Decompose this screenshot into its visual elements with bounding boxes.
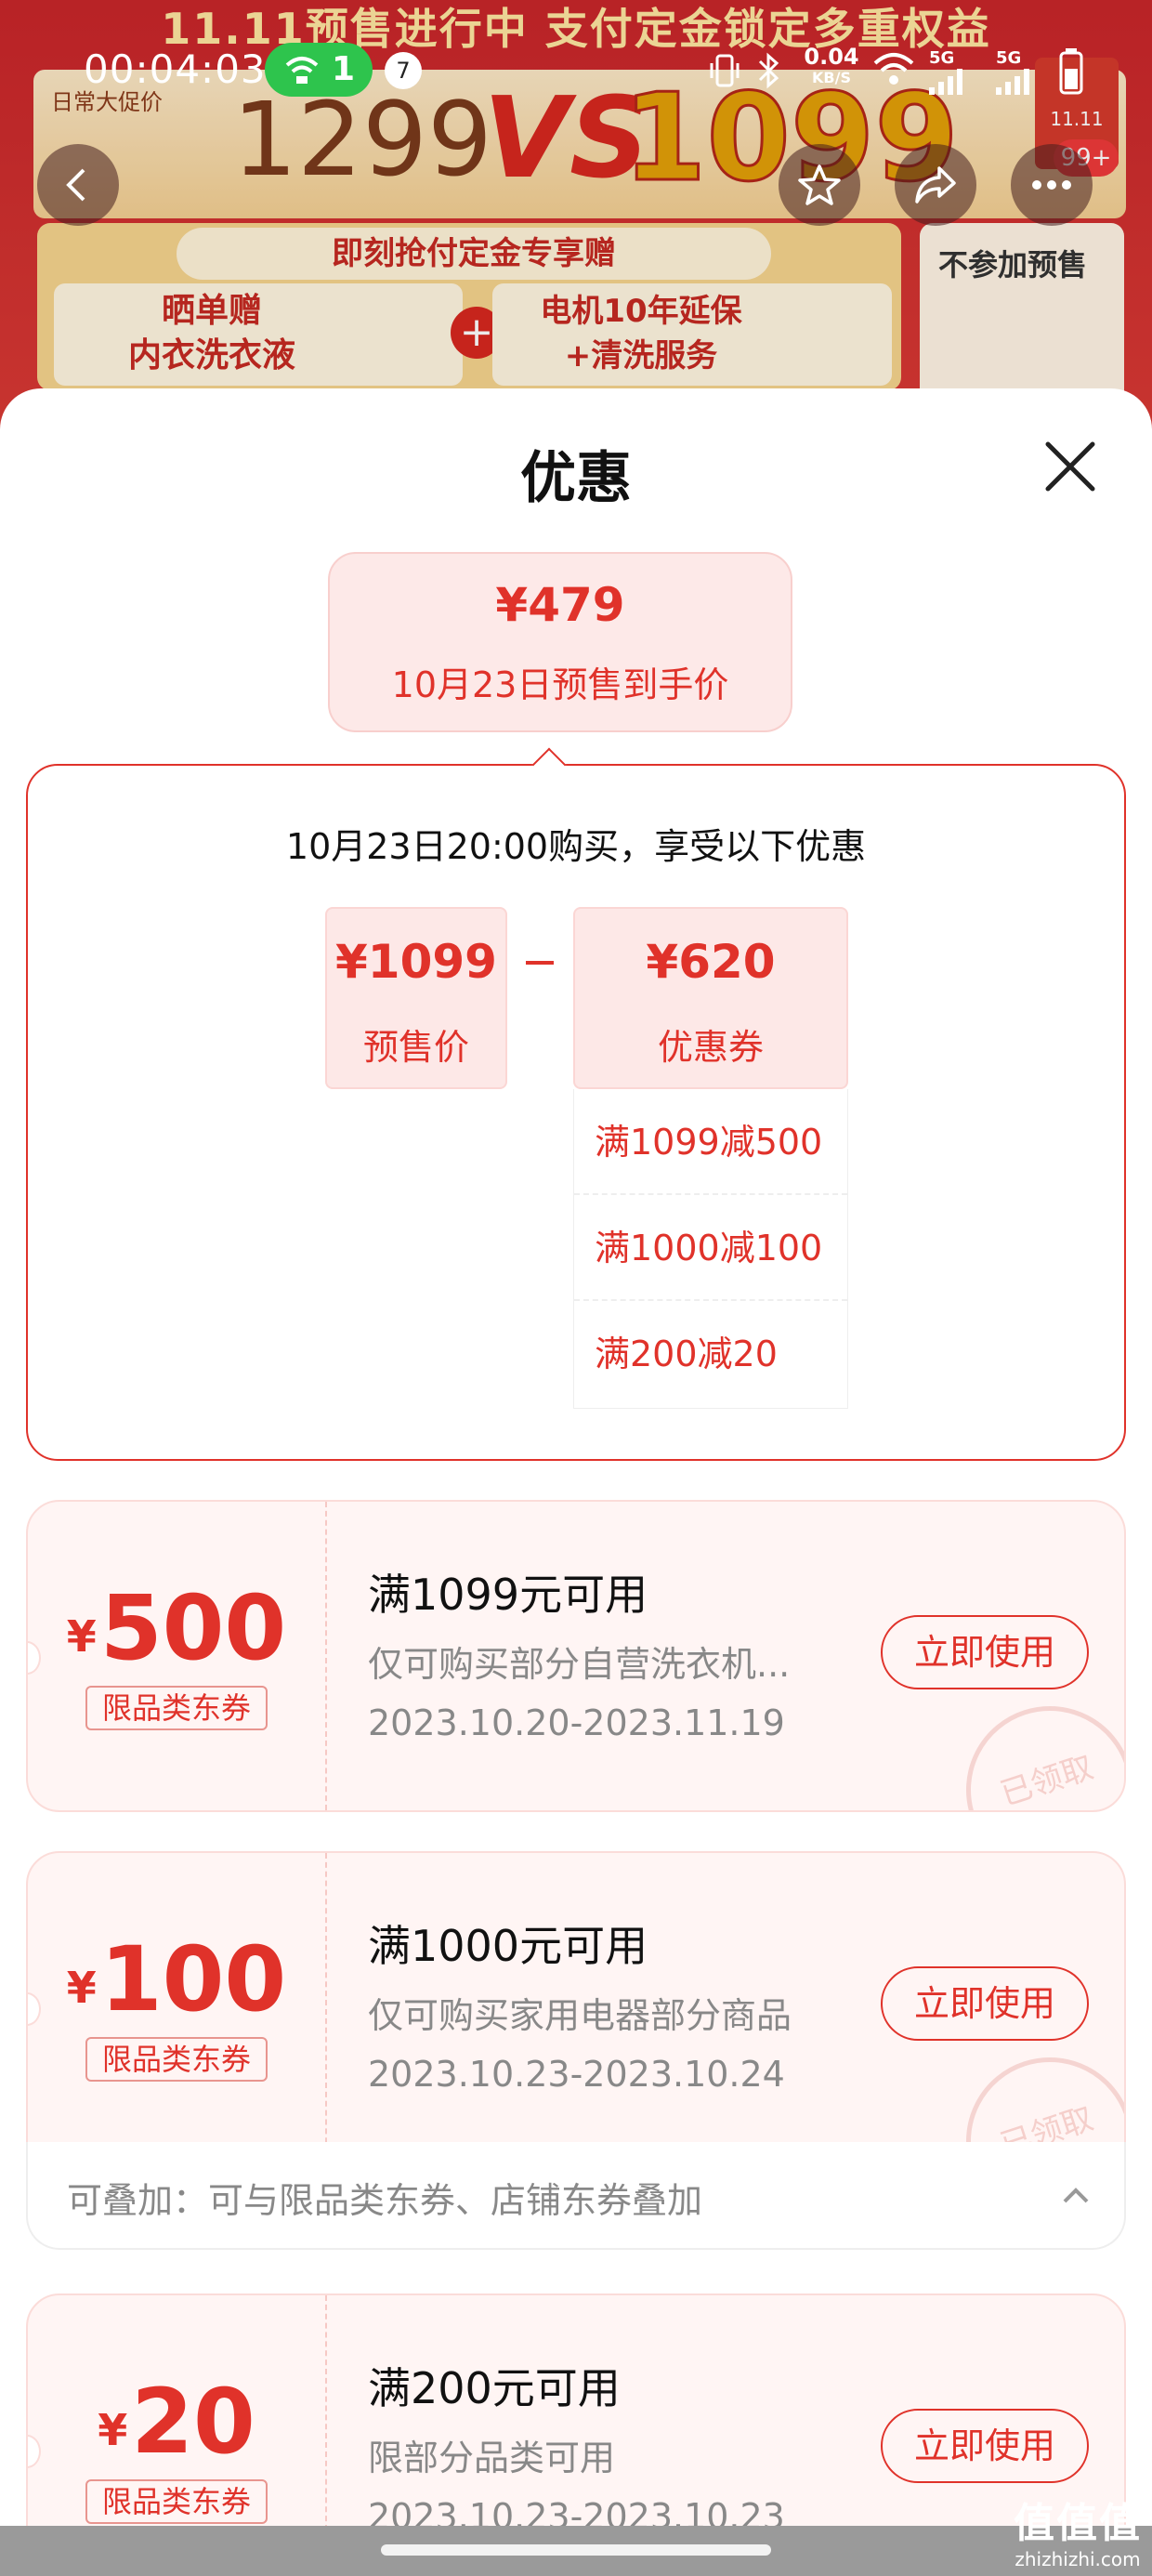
more-button[interactable]	[1011, 144, 1093, 226]
stacking-info-text: 可叠加：可与限品类东券、店铺东券叠加	[67, 2180, 703, 2221]
list-item: 满1000减100	[574, 1195, 847, 1301]
use-now-button[interactable]: 立即使用	[881, 1615, 1089, 1689]
site-watermark: 值值值 zhizhizhi.com	[1013, 2500, 1143, 2570]
signal-5g-label-2: 5G	[996, 48, 1022, 68]
bluetooth-icon	[758, 52, 779, 89]
coupon-card-100: ¥100 限品类东券 满1000元可用 仅可购买家用电器部分商品 2023.10…	[26, 1851, 1126, 2163]
notification-badge: 7	[385, 52, 422, 89]
use-now-button[interactable]: 立即使用	[881, 1966, 1089, 2041]
signal-icon-1	[929, 69, 962, 95]
signal-5g-label-1: 5G	[929, 48, 955, 68]
wifi-icon	[873, 53, 914, 85]
share-icon	[915, 166, 956, 204]
presale-price-value: ¥1099	[335, 935, 497, 989]
coupon-type-badge: 限品类东券	[85, 2037, 268, 2082]
coupon-threshold: 满1099元可用	[368, 1570, 648, 1620]
status-bar: 00:04:03 1 7 0.04 KB/S 5G 5G	[0, 37, 1152, 104]
final-price-label: 10月23日预售到手价	[391, 664, 729, 705]
coupon-validity: 2023.10.20-2023.11.19	[368, 1702, 785, 1743]
battery-icon	[1059, 48, 1083, 95]
stacking-info-row[interactable]: 可叠加：可与限品类东券、店铺东券叠加	[26, 2142, 1126, 2250]
hotspot-count: 1	[332, 50, 356, 88]
coupon-amount-value: 20	[131, 2370, 255, 2474]
status-icons: 0.04 KB/S 5G 5G	[706, 43, 1096, 99]
watermark-domain: zhizhizhi.com	[1015, 2548, 1141, 2570]
yen-symbol: ¥	[66, 1963, 97, 2013]
use-now-button[interactable]: 立即使用	[881, 2409, 1089, 2483]
coupon-amount-value: 500	[99, 1576, 287, 1680]
coupon-type-badge: 限品类东券	[85, 1686, 268, 1730]
coupon-divider	[325, 1853, 327, 2162]
coupon-type-badge: 限品类东券	[85, 2479, 268, 2524]
hotspot-pill: 1	[265, 43, 373, 97]
coupon-threshold: 满1000元可用	[368, 1921, 648, 1971]
coupon-breakdown-list: 满1099减500 满1000减100 满200减20	[573, 1089, 848, 1409]
coupon-threshold: 满200元可用	[368, 2363, 621, 2413]
coupon-total-label: 优惠券	[657, 1027, 764, 1068]
list-item: 满200减20	[595, 1334, 778, 1374]
final-price-bubble: ¥479 10月23日预售到手价	[328, 552, 792, 732]
favorite-button[interactable]	[779, 144, 860, 226]
yen-symbol: ¥	[98, 2405, 128, 2455]
price-breakdown: 10月23日20:00购买，享受以下优惠 ¥1099 预售价 ¥620 优惠券 …	[26, 764, 1126, 1461]
minus-sign	[526, 961, 554, 965]
net-speed: 0.04 KB/S	[799, 45, 864, 87]
home-gesture-handle[interactable]	[381, 2544, 771, 2556]
close-icon	[1045, 441, 1095, 492]
back-button[interactable]	[37, 144, 119, 226]
star-icon	[798, 164, 841, 205]
coupon-total-card: ¥620 优惠券	[573, 907, 848, 1089]
coupon-amount-value: 100	[99, 1927, 287, 2031]
net-speed-unit: KB/S	[812, 69, 851, 86]
claimed-stamp: 已领取	[944, 1684, 1124, 1810]
more-dots-icon	[1032, 180, 1071, 190]
chevron-left-icon	[66, 168, 85, 202]
coupon-card-500: ¥500 限品类东券 满1099元可用 仅可购买部分自营洗衣机... 2023.…	[26, 1500, 1126, 1812]
chevron-up-icon	[1063, 2188, 1089, 2203]
coupon-desc: 仅可购买家用电器部分商品	[368, 1995, 792, 2036]
breakdown-heading: 10月23日20:00购买，享受以下优惠	[285, 826, 867, 867]
discount-sheet: 优惠 ¥479 10月23日预售到手价 10月23日20:00购买，享受以下优惠…	[0, 388, 1152, 2576]
list-item: 满1099减500	[574, 1089, 847, 1195]
hotspot-icon	[285, 57, 319, 84]
watermark-logo: 值值值	[1014, 2500, 1142, 2547]
coupon-validity: 2023.10.23-2023.10.24	[368, 2054, 785, 2095]
sheet-title: 优惠	[520, 446, 632, 511]
coupon-desc: 限部分品类可用	[368, 2438, 616, 2478]
coupon-amount: ¥100	[28, 1927, 325, 2031]
close-button[interactable]	[1041, 437, 1100, 496]
presale-price-label: 预售价	[362, 1027, 469, 1068]
clock: 00:04:03	[84, 46, 267, 92]
yen-symbol: ¥	[66, 1611, 97, 1662]
coupon-amount: ¥500	[28, 1576, 325, 1680]
coupon-total-value: ¥620	[646, 935, 776, 989]
vibrate-icon	[710, 54, 740, 87]
presale-price-card: ¥1099 预售价	[325, 907, 507, 1089]
coupon-divider	[325, 1502, 327, 1810]
net-speed-value: 0.04	[804, 44, 859, 70]
coupon-desc: 仅可购买部分自营洗衣机...	[368, 1644, 791, 1685]
signal-icon-2	[996, 69, 1029, 95]
final-price: ¥479	[495, 578, 625, 632]
share-button[interactable]	[895, 144, 976, 226]
coupon-amount: ¥20	[28, 2370, 325, 2474]
